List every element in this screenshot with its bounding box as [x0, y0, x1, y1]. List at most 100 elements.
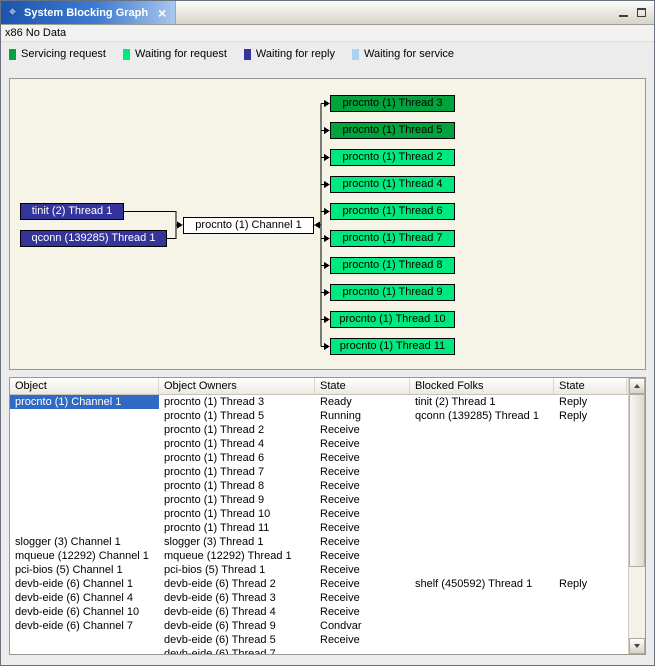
table-cell[interactable]: [554, 465, 627, 479]
table-cell[interactable]: devb-eide (6) Thread 9: [159, 619, 315, 633]
table-cell[interactable]: Reply: [554, 409, 627, 423]
column-header[interactable]: Object: [10, 378, 159, 394]
table-row[interactable]: procnto (1) Thread 8Receive: [10, 479, 628, 493]
table-cell[interactable]: [554, 605, 627, 619]
table-row[interactable]: devb-eide (6) Channel 7devb-eide (6) Thr…: [10, 619, 628, 633]
table-cell[interactable]: Receive: [315, 507, 410, 521]
scrollbar-track[interactable]: [629, 394, 645, 638]
table-cell[interactable]: Ready: [315, 395, 410, 409]
table-cell[interactable]: procnto (1) Channel 1: [10, 395, 159, 409]
table-cell[interactable]: Receive: [315, 521, 410, 535]
table-cell[interactable]: [554, 493, 627, 507]
table-cell[interactable]: procnto (1) Thread 11: [159, 521, 315, 535]
table-cell[interactable]: [410, 633, 554, 647]
table-row[interactable]: devb-eide (6) Channel 10devb-eide (6) Th…: [10, 605, 628, 619]
table-cell[interactable]: [10, 507, 159, 521]
table-cell[interactable]: pci-bios (5) Channel 1: [10, 563, 159, 577]
table-row[interactable]: procnto (1) Thread 5Runningqconn (139285…: [10, 409, 628, 423]
table-cell[interactable]: [410, 451, 554, 465]
table-row[interactable]: slogger (3) Channel 1slogger (3) Thread …: [10, 535, 628, 549]
graph-node-thread[interactable]: procnto (1) Thread 2: [330, 149, 455, 166]
table-cell[interactable]: devb-eide (6) Thread 3: [159, 591, 315, 605]
table-cell[interactable]: qconn (139285) Thread 1: [410, 409, 554, 423]
table-row[interactable]: devb-eide (6) Thread 7: [10, 647, 628, 654]
table-cell[interactable]: [554, 521, 627, 535]
table-cell[interactable]: [410, 437, 554, 451]
table-cell[interactable]: [410, 605, 554, 619]
table-cell[interactable]: [554, 535, 627, 549]
table-cell[interactable]: Running: [315, 409, 410, 423]
table-cell[interactable]: procnto (1) Thread 2: [159, 423, 315, 437]
column-header[interactable]: State: [315, 378, 410, 394]
table-cell[interactable]: devb-eide (6) Thread 5: [159, 633, 315, 647]
table-cell[interactable]: slogger (3) Channel 1: [10, 535, 159, 549]
graph-node-thread[interactable]: procnto (1) Thread 10: [330, 311, 455, 328]
table-cell[interactable]: devb-eide (6) Channel 7: [10, 619, 159, 633]
table-cell[interactable]: [10, 437, 159, 451]
table-row[interactable]: procnto (1) Channel 1procnto (1) Thread …: [10, 395, 628, 409]
table-cell[interactable]: [10, 493, 159, 507]
close-icon[interactable]: ×: [158, 6, 166, 20]
column-header[interactable]: Object Owners: [159, 378, 315, 394]
table-cell[interactable]: devb-eide (6) Channel 4: [10, 591, 159, 605]
table-cell[interactable]: [10, 465, 159, 479]
table-cell[interactable]: Receive: [315, 465, 410, 479]
graph-node-client[interactable]: tinit (2) Thread 1: [20, 203, 124, 220]
graph-node-thread[interactable]: procnto (1) Thread 4: [330, 176, 455, 193]
table-cell[interactable]: Receive: [315, 591, 410, 605]
table-cell[interactable]: [410, 507, 554, 521]
table-cell[interactable]: [554, 549, 627, 563]
table-cell[interactable]: Receive: [315, 437, 410, 451]
table-cell[interactable]: [10, 633, 159, 647]
table-cell[interactable]: pci-bios (5) Thread 1: [159, 563, 315, 577]
graph-node-thread[interactable]: procnto (1) Thread 11: [330, 338, 455, 355]
table-cell[interactable]: shelf (450592) Thread 1: [410, 577, 554, 591]
scrollbar-thumb[interactable]: [629, 394, 645, 567]
table-cell[interactable]: [410, 535, 554, 549]
table-cell[interactable]: Receive: [315, 451, 410, 465]
graph-node-thread[interactable]: procnto (1) Thread 8: [330, 257, 455, 274]
table-cell[interactable]: [410, 619, 554, 633]
table-row[interactable]: procnto (1) Thread 7Receive: [10, 465, 628, 479]
table-cell[interactable]: [410, 549, 554, 563]
table-cell[interactable]: devb-eide (6) Thread 2: [159, 577, 315, 591]
table-cell[interactable]: [554, 633, 627, 647]
graph-node-client[interactable]: qconn (139285) Thread 1: [20, 230, 167, 247]
table-row[interactable]: procnto (1) Thread 9Receive: [10, 493, 628, 507]
table-cell[interactable]: [554, 437, 627, 451]
table-row[interactable]: procnto (1) Thread 4Receive: [10, 437, 628, 451]
table-cell[interactable]: [10, 479, 159, 493]
table-cell[interactable]: Receive: [315, 493, 410, 507]
table-cell[interactable]: [10, 451, 159, 465]
table-cell[interactable]: procnto (1) Thread 6: [159, 451, 315, 465]
table-cell[interactable]: Receive: [315, 549, 410, 563]
table-cell[interactable]: devb-eide (6) Thread 4: [159, 605, 315, 619]
table-cell[interactable]: [554, 647, 627, 654]
table-cell[interactable]: mqueue (12292) Thread 1: [159, 549, 315, 563]
table-cell[interactable]: devb-eide (6) Channel 10: [10, 605, 159, 619]
table-cell[interactable]: Receive: [315, 577, 410, 591]
table-cell[interactable]: Reply: [554, 577, 627, 591]
table-cell[interactable]: [10, 521, 159, 535]
table-cell[interactable]: devb-eide (6) Channel 1: [10, 577, 159, 591]
table-cell[interactable]: procnto (1) Thread 10: [159, 507, 315, 521]
table-cell[interactable]: [10, 423, 159, 437]
table-cell[interactable]: Receive: [315, 479, 410, 493]
table-cell[interactable]: [554, 619, 627, 633]
maximize-icon[interactable]: [637, 8, 646, 17]
table-row[interactable]: procnto (1) Thread 10Receive: [10, 507, 628, 521]
table-cell[interactable]: procnto (1) Thread 3: [159, 395, 315, 409]
table-cell[interactable]: [410, 647, 554, 654]
column-header[interactable]: Blocked Folks: [410, 378, 554, 394]
table-cell[interactable]: devb-eide (6) Thread 7: [159, 647, 315, 654]
table-scrollbar[interactable]: [628, 378, 645, 654]
table-cell[interactable]: Receive: [315, 605, 410, 619]
table-cell[interactable]: [410, 563, 554, 577]
table-cell[interactable]: [410, 493, 554, 507]
table-cell[interactable]: [554, 423, 627, 437]
table-row[interactable]: devb-eide (6) Thread 5Receive: [10, 633, 628, 647]
table-cell[interactable]: [10, 647, 159, 654]
table-cell[interactable]: [554, 563, 627, 577]
table-cell[interactable]: [315, 647, 410, 654]
table-cell[interactable]: Receive: [315, 563, 410, 577]
